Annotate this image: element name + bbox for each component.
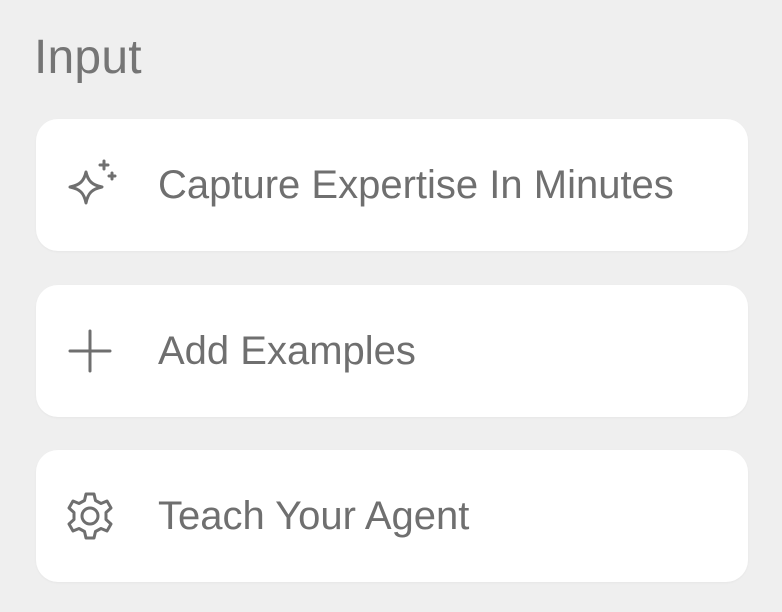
teach-agent-button[interactable]: Teach Your Agent — [36, 450, 748, 582]
capture-expertise-button[interactable]: Capture Expertise In Minutes — [36, 119, 748, 251]
sparkle-icon — [60, 155, 120, 215]
capture-expertise-label: Capture Expertise In Minutes — [158, 163, 674, 207]
input-panel: Input Capture Expertise In Minutes Add E… — [0, 0, 782, 612]
add-examples-label: Add Examples — [158, 329, 416, 373]
gear-icon — [60, 486, 120, 546]
section-title: Input — [34, 31, 142, 84]
teach-agent-label: Teach Your Agent — [158, 494, 470, 538]
add-examples-button[interactable]: Add Examples — [36, 285, 748, 417]
plus-icon — [60, 321, 120, 381]
